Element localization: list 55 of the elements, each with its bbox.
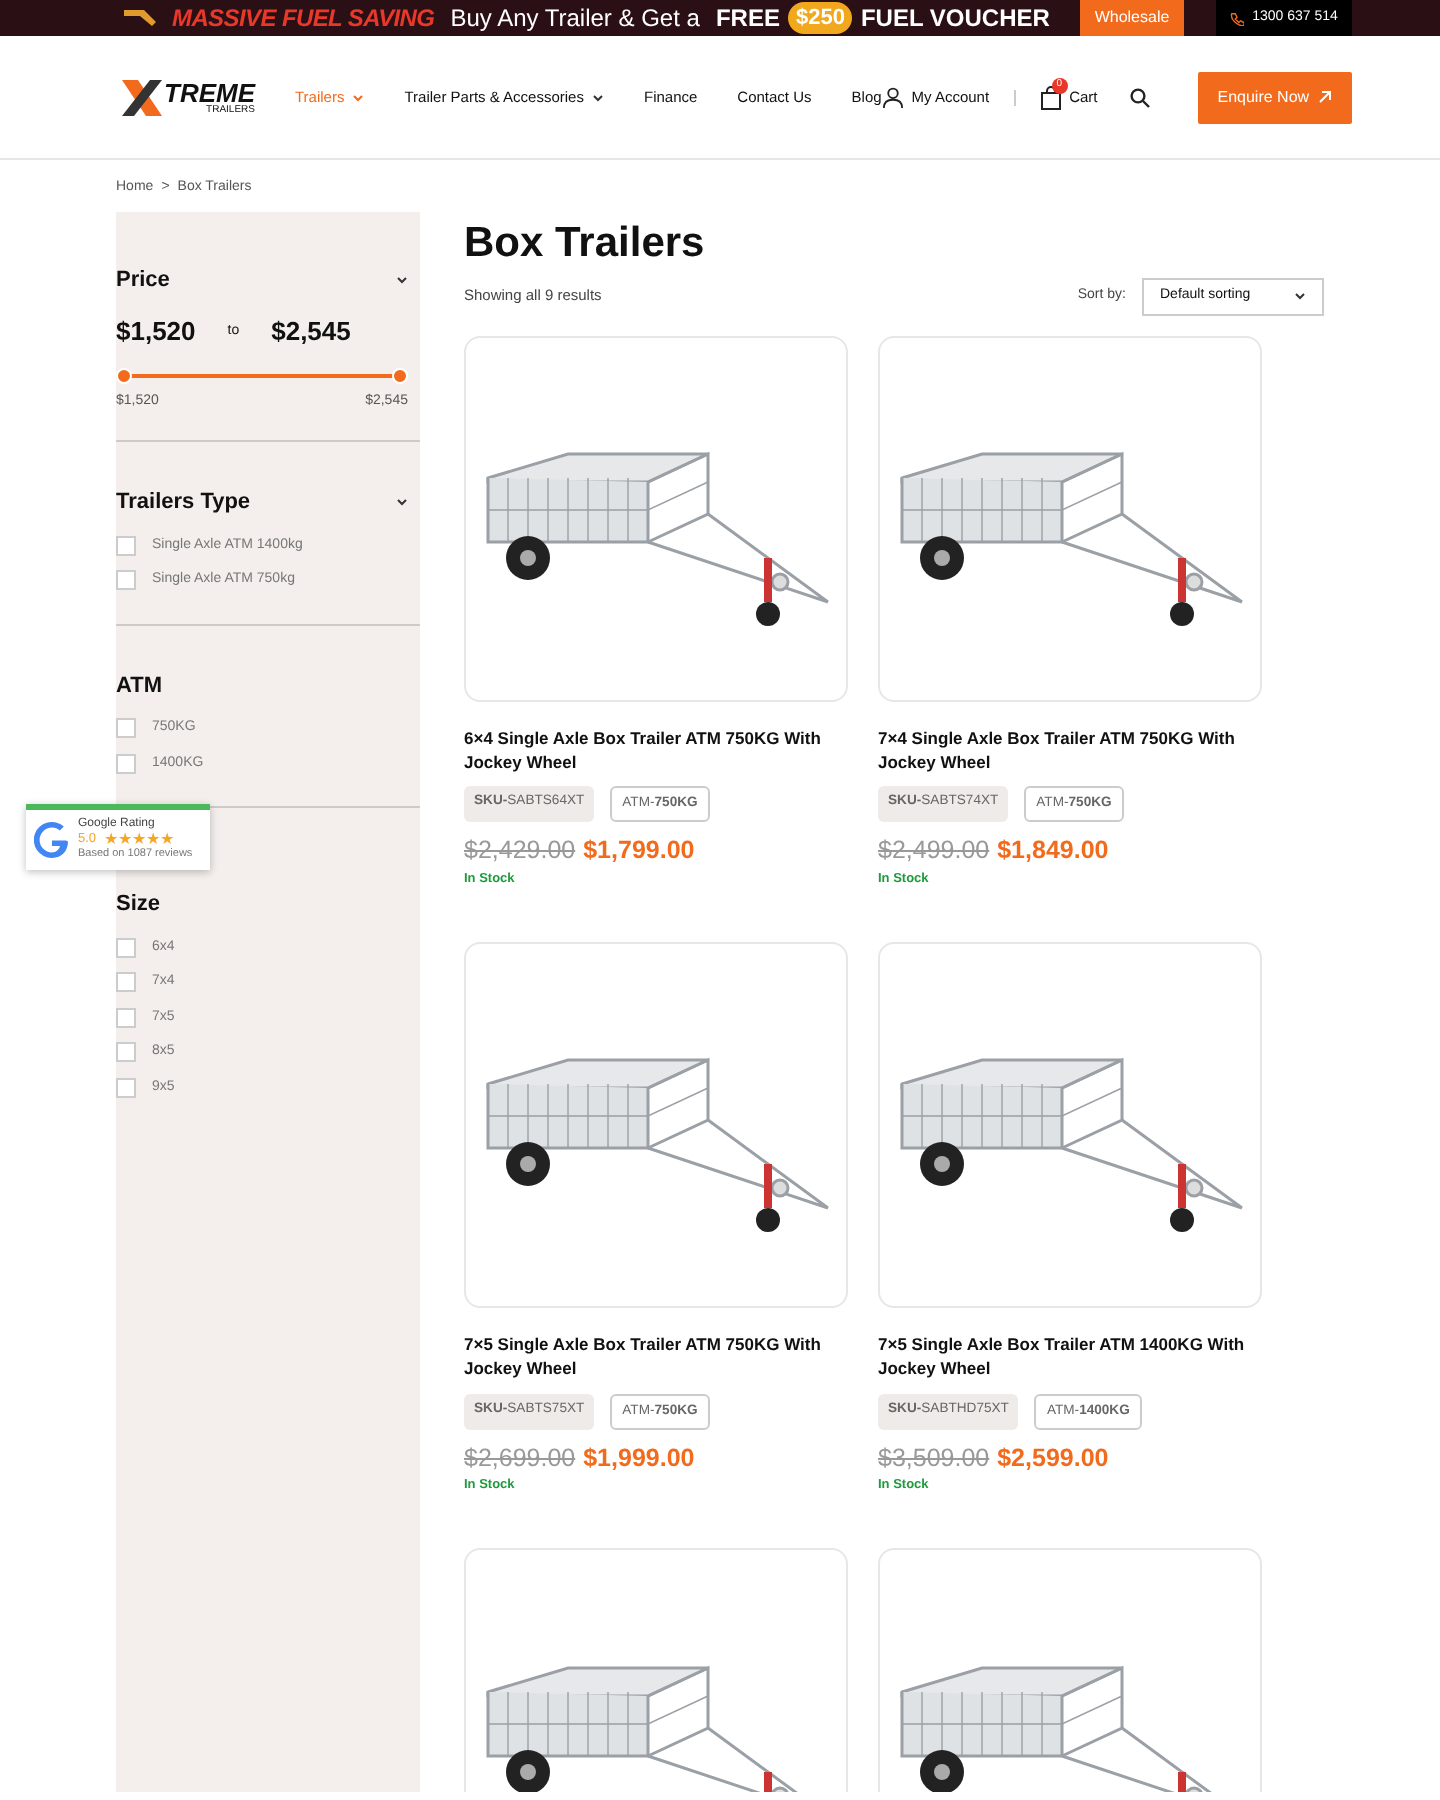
promo-headline: MASSIVE FUEL SAVING (172, 2, 435, 36)
sale-price: $1,799.00 (583, 834, 695, 869)
google-g-icon (34, 821, 70, 858)
promo-voucher: FUEL VOUCHER (860, 2, 1050, 36)
star-icon: ★ (132, 832, 147, 849)
logo-x-icon (120, 75, 164, 119)
product-image[interactable] (464, 941, 848, 1308)
checkbox[interactable] (116, 570, 136, 591)
shopping-bag-icon (1039, 85, 1062, 109)
product-image[interactable] (878, 941, 1262, 1308)
price-slider[interactable] (116, 367, 408, 383)
checkbox[interactable] (116, 972, 136, 993)
checkbox[interactable] (116, 1077, 136, 1098)
filter-title: Trailers Type (116, 488, 251, 518)
product-title[interactable]: 6×4 Single Axle Box Trailer ATM 750KG With Jockey Wheel (464, 725, 848, 775)
checkbox[interactable] (116, 1042, 136, 1063)
product-title[interactable]: 7×5 Single Axle Box Trailer ATM 1400KG With Jockey Wheel (878, 1331, 1262, 1382)
star-icon: ★ (160, 832, 175, 849)
slider-handle[interactable] (392, 367, 408, 383)
sale-price: $2,599.00 (997, 1441, 1109, 1476)
product-image[interactable] (878, 335, 1262, 702)
slider-handle[interactable] (116, 367, 132, 383)
original-price: $3,509.00 (878, 1441, 990, 1476)
arrow-icon (1317, 90, 1332, 104)
caret-icon (1294, 292, 1306, 301)
checkbox[interactable] (116, 753, 136, 774)
original-price: $2,499.00 (878, 834, 990, 869)
page-title: Box Trailers (464, 219, 707, 266)
filter-title: ATM (116, 671, 163, 701)
product-title[interactable]: 7×4 Single Axle Box Trailer ATM 750KG With Jockey Wheel (878, 725, 1262, 775)
product-image[interactable] (464, 335, 848, 702)
promo-free: FREE (715, 2, 780, 36)
price-min: $1,520 (116, 314, 196, 350)
filter-title: Price (116, 265, 170, 295)
promo-text: Buy Any Trailer & Get a (450, 2, 700, 36)
caret-icon (396, 275, 408, 284)
sale-price: $1,849.00 (997, 834, 1109, 869)
star-icon: ★ (104, 832, 119, 849)
voucher-amount: $250 (787, 1, 853, 35)
phone-icon (1230, 11, 1245, 25)
star-icon: ★ (118, 832, 133, 849)
checkbox[interactable] (116, 718, 136, 739)
checkbox[interactable] (116, 535, 136, 556)
product-title[interactable]: 7×5 Single Axle Box Trailer ATM 750KG With Jockey Wheel (464, 1331, 848, 1382)
star-icon: ★ (146, 832, 161, 849)
original-price: $2,429.00 (464, 834, 576, 869)
user-icon (881, 86, 904, 108)
original-price: $2,699.00 (464, 1441, 576, 1476)
sale-price: $1,999.00 (583, 1441, 695, 1476)
checkbox[interactable] (116, 1007, 136, 1028)
price-max: $2,545 (271, 314, 351, 350)
filter-title: Size (116, 890, 161, 920)
checkbox[interactable] (116, 937, 136, 958)
search-icon[interactable] (1129, 87, 1150, 107)
logo-wordmark: TREME (164, 79, 255, 105)
